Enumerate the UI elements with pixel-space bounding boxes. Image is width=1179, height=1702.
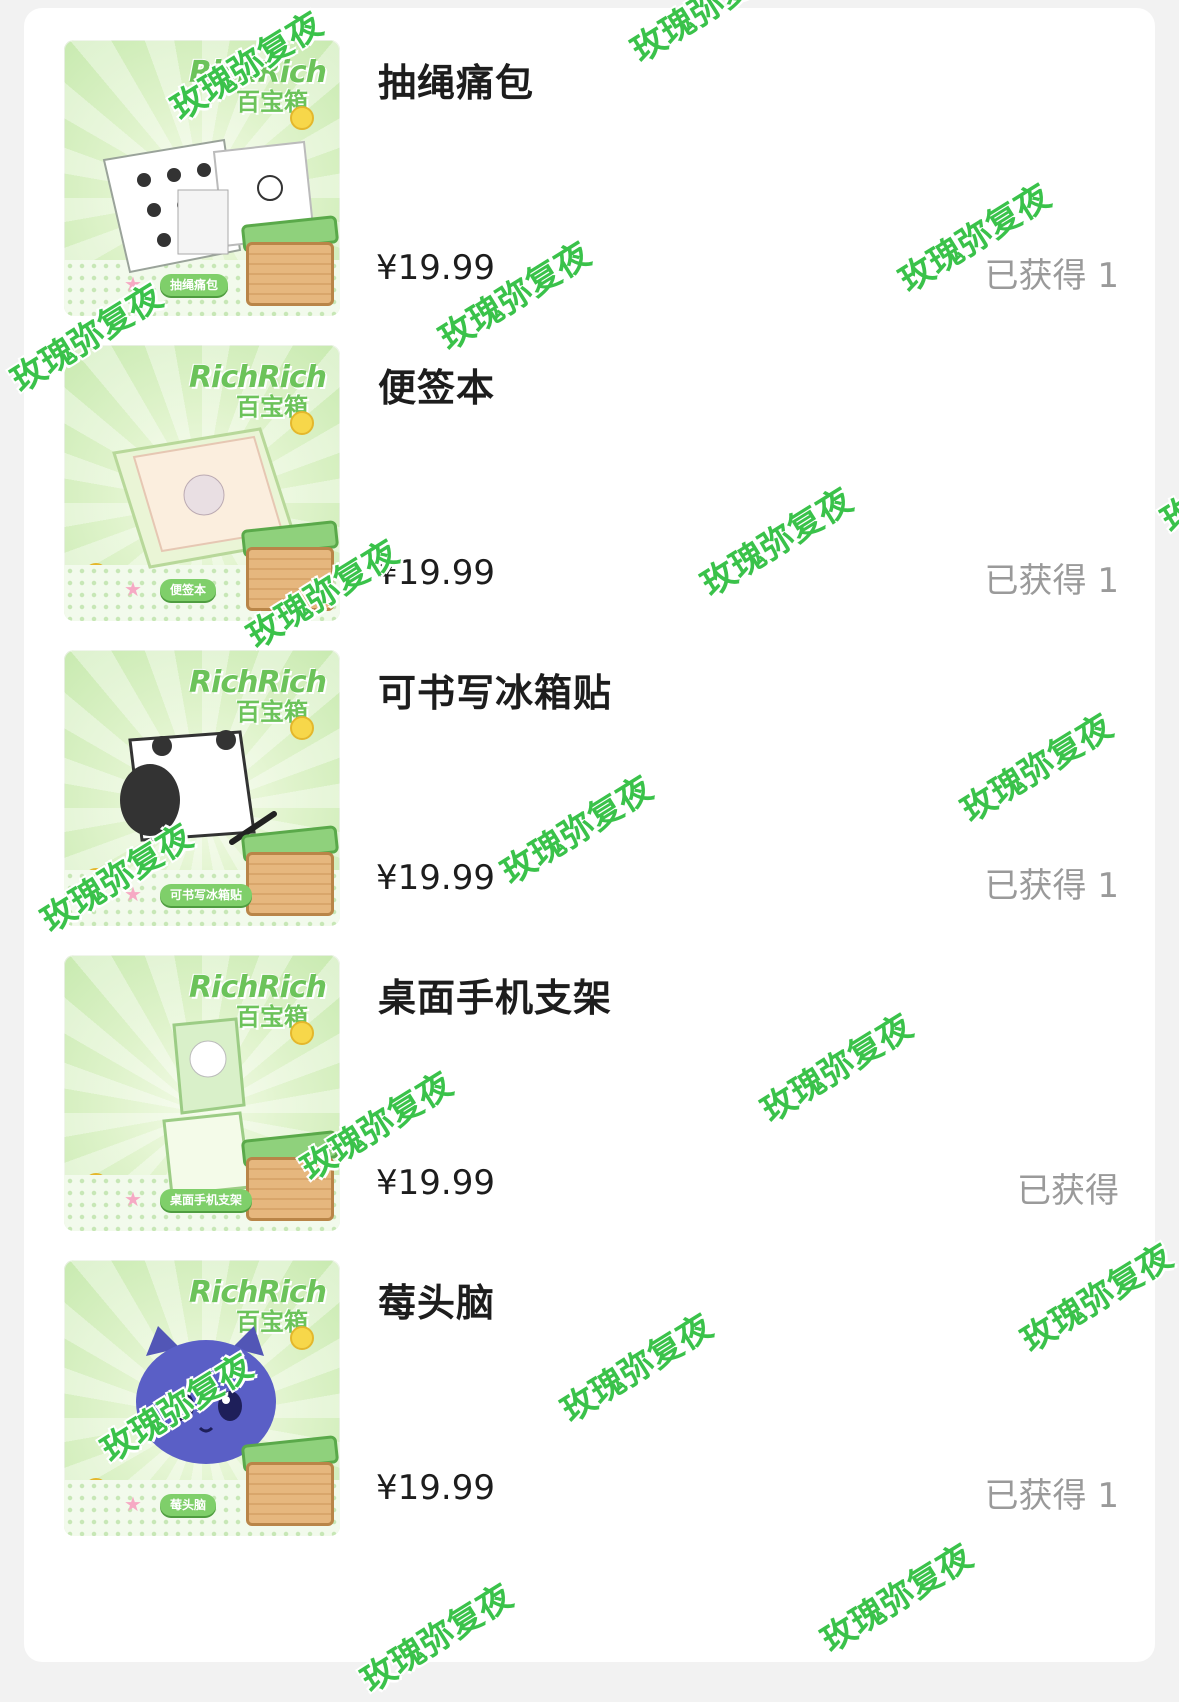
list-item[interactable]: RichRich 百宝箱 ★ 便签本 便签本 ¥19.99 已获得 1 [24, 313, 1155, 621]
star-icon: ★ [124, 1187, 142, 1211]
list-item[interactable]: RichRich 百宝箱 ★ 莓头脑 莓头脑 ¥19.99 已获得 1 [24, 1228, 1155, 1536]
item-name: 桌面手机支架 [378, 976, 613, 1020]
list-item[interactable]: RichRich 百宝箱 ★ 桌面手机支架 桌面手机支架 ¥19.99 已获得 [24, 923, 1155, 1231]
item-thumbnail[interactable]: RichRich 百宝箱 ★ 莓头脑 [64, 1260, 340, 1536]
thumbnail-tag: 抽绳痛包 [160, 274, 229, 296]
thumbnail-tag: 莓头脑 [160, 1494, 217, 1516]
list-item[interactable]: RichRich 百宝箱 ★ 抽绳痛包 抽绳痛包 ¥19.99 已获得 1 [24, 8, 1155, 316]
item-price: ¥19.99 [376, 248, 495, 288]
item-name: 抽绳痛包 [378, 61, 535, 105]
treasure-box-icon [246, 1462, 334, 1526]
treasure-box-icon [246, 547, 334, 611]
item-thumbnail[interactable]: RichRich 百宝箱 ★ 桌面手机支架 [64, 955, 340, 1231]
item-name: 可书写冰箱贴 [378, 671, 613, 715]
item-name: 便签本 [378, 366, 496, 410]
item-price: ¥19.99 [376, 553, 495, 593]
item-owned-count: 已获得 1 [984, 561, 1119, 601]
star-icon: ★ [124, 1492, 142, 1516]
item-owned-count: 已获得 1 [984, 256, 1119, 296]
star-icon: ★ [124, 882, 142, 906]
thumbnail-tag: 桌面手机支架 [160, 1189, 253, 1211]
treasure-box-icon [246, 852, 334, 916]
list-item[interactable]: RichRich 百宝箱 ★ 可书写冰箱贴 可书写冰箱贴 ¥19.99 已获得 … [24, 618, 1155, 926]
treasure-box-icon [246, 242, 334, 306]
item-thumbnail[interactable]: RichRich 百宝箱 ★ 可书写冰箱贴 [64, 650, 340, 926]
item-list-card: RichRich 百宝箱 ★ 抽绳痛包 抽绳痛包 ¥19.99 已获得 1 Ri… [24, 8, 1155, 1662]
item-owned-count: 已获得 1 [984, 1476, 1119, 1516]
item-owned-count: 已获得 [1017, 1171, 1119, 1211]
item-owned-count: 已获得 1 [984, 866, 1119, 906]
thumbnail-tag: 便签本 [160, 579, 217, 601]
item-name: 莓头脑 [378, 1281, 496, 1325]
thumbnail-tag: 可书写冰箱贴 [160, 884, 253, 906]
item-thumbnail[interactable]: RichRich 百宝箱 ★ 抽绳痛包 [64, 40, 340, 316]
treasure-box-icon [246, 1157, 334, 1221]
star-icon: ★ [124, 577, 142, 601]
item-price: ¥19.99 [376, 1468, 495, 1508]
star-icon: ★ [124, 272, 142, 296]
item-thumbnail[interactable]: RichRich 百宝箱 ★ 便签本 [64, 345, 340, 621]
item-price: ¥19.99 [376, 1163, 495, 1203]
item-price: ¥19.99 [376, 858, 495, 898]
